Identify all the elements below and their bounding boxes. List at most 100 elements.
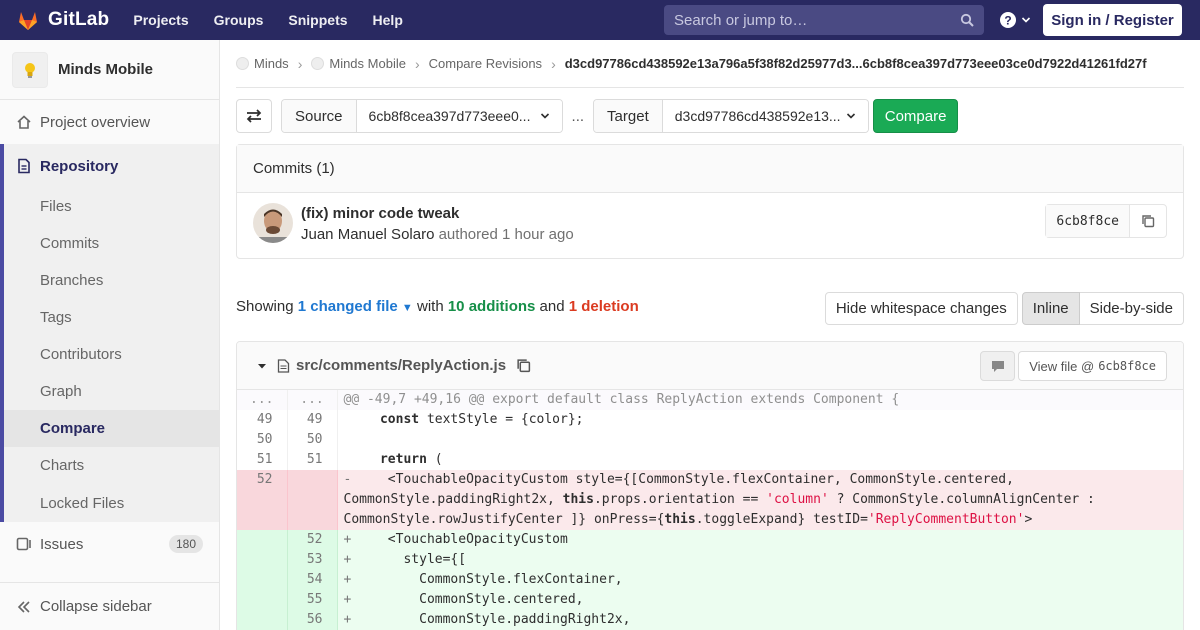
chevron-right-icon: › (551, 55, 556, 72)
source-selector: Source 6cb8f8cea397d773eee0... (281, 99, 563, 133)
old-line-number[interactable] (237, 590, 288, 610)
sidebar-item-files[interactable]: Files (4, 188, 219, 225)
nav-help[interactable]: Help (373, 12, 403, 28)
new-line-number[interactable] (287, 470, 338, 530)
diff-sign: - (343, 472, 352, 487)
sidebar-item-issues[interactable]: Issues 180 (0, 522, 219, 566)
code-text: CommonStyle.rowJustifyCenter ]} onPress=… (343, 512, 665, 527)
collapse-sidebar-label: Collapse sidebar (40, 598, 152, 615)
issues-count-badge: 180 (168, 535, 203, 553)
source-dropdown[interactable]: 6cb8f8cea397d773eee0... (356, 100, 562, 132)
new-line-number[interactable]: ... (287, 390, 338, 410)
hide-whitespace-button[interactable]: Hide whitespace changes (824, 292, 1018, 325)
help-dropdown[interactable]: ? (999, 11, 1031, 29)
changed-files-dropdown[interactable]: 1 changed file ▼ (298, 298, 413, 315)
double-chevron-left-icon (17, 600, 30, 613)
new-line-number[interactable]: 54 (287, 570, 338, 590)
code-line: + style={[ (337, 550, 1183, 570)
view-file-sha: 6cb8f8ce (1098, 359, 1156, 373)
keyword: this (562, 492, 594, 507)
chevron-down-icon (540, 113, 549, 119)
chevron-down-icon (1021, 17, 1031, 23)
old-line-number[interactable] (237, 530, 288, 550)
new-line-number[interactable]: 53 (287, 550, 338, 570)
project-name: Minds Mobile (58, 61, 153, 78)
new-line-number[interactable]: 51 (287, 450, 338, 470)
nav-groups[interactable]: Groups (214, 12, 264, 28)
old-line-number[interactable]: 49 (237, 410, 288, 430)
gitlab-home-link[interactable]: GitLab (16, 0, 109, 40)
breadcrumb: Minds › Minds Mobile › Compare Revisions… (236, 40, 1184, 88)
old-line-number[interactable] (237, 610, 288, 630)
nav-snippets[interactable]: Snippets (288, 12, 347, 28)
file-icon (277, 358, 290, 373)
old-line-number[interactable]: 51 (237, 450, 288, 470)
new-line-number[interactable]: 52 (287, 530, 338, 550)
sidebar-item-graph[interactable]: Graph (4, 373, 219, 410)
code-text: > (1024, 512, 1033, 527)
old-line-number[interactable] (237, 570, 288, 590)
code-line: + CommonStyle.centered, (337, 590, 1183, 610)
code-text: textStyle = {color}; (419, 412, 584, 427)
diff-file: src/comments/ReplyAction.js View file @ … (236, 341, 1184, 630)
code-text: style={[ (356, 552, 467, 567)
author-avatar[interactable] (253, 203, 293, 243)
nav-projects[interactable]: Projects (133, 12, 188, 28)
code-line (337, 430, 1183, 450)
commit-title-link[interactable]: (fix) minor code tweak (301, 205, 459, 222)
code-text: CommonStyle.flexContainer, (356, 572, 623, 587)
sign-in-button[interactable]: Sign in / Register (1043, 4, 1182, 36)
additions-count: 10 additions (447, 298, 536, 315)
target-dropdown[interactable]: d3cd97786cd438592e13... (662, 100, 868, 132)
diff-added-row: 55 + CommonStyle.centered, (237, 590, 1183, 610)
breadcrumb-minds[interactable]: Minds (254, 56, 289, 71)
collapse-sidebar-button[interactable]: Collapse sidebar (0, 582, 219, 630)
new-line-number[interactable]: 56 (287, 610, 338, 630)
swap-arrows-icon (246, 109, 262, 123)
old-line-number[interactable]: 52 (237, 470, 288, 530)
old-line-number[interactable]: 50 (237, 430, 288, 450)
side-by-side-view-button[interactable]: Side-by-side (1079, 292, 1184, 325)
chevron-right-icon: › (414, 55, 420, 72)
copy-sha-button[interactable] (1130, 205, 1166, 237)
file-path-link[interactable]: src/comments/ReplyAction.js (296, 357, 506, 374)
search-icon[interactable] (960, 13, 974, 27)
sidebar-project-header[interactable]: Minds Mobile (0, 40, 219, 100)
sidebar-item-commits[interactable]: Commits (4, 225, 219, 262)
swap-revisions-button[interactable] (236, 99, 272, 133)
diff-sign: + (343, 572, 352, 587)
sidebar-item-repository[interactable]: Repository (4, 144, 219, 188)
sidebar-item-locked-files[interactable]: Locked Files (4, 484, 219, 522)
sidebar-item-project-overview[interactable]: Project overview (0, 100, 219, 144)
commit-sha-link[interactable]: 6cb8f8ce (1046, 205, 1130, 237)
target-selector: Target d3cd97786cd438592e13... (593, 99, 869, 133)
toggle-comments-button[interactable] (980, 351, 1015, 381)
diff-hunk-row: ... ... @@ -49,7 +49,16 @@ export defaul… (237, 390, 1183, 410)
diff-added-row: 54 + CommonStyle.flexContainer, (237, 570, 1183, 590)
commit-author-link[interactable]: Juan Manuel Solaro (301, 226, 434, 243)
inline-view-button[interactable]: Inline (1021, 292, 1080, 325)
sidebar-item-tags[interactable]: Tags (4, 299, 219, 336)
old-line-number[interactable] (237, 550, 288, 570)
stats-showing: Showing (236, 298, 294, 315)
new-line-number[interactable]: 55 (287, 590, 338, 610)
sidebar-item-label: Issues (40, 535, 84, 553)
copy-icon (1142, 215, 1155, 228)
sidebar-item-branches[interactable]: Branches (4, 262, 219, 299)
new-line-number[interactable]: 50 (287, 430, 338, 450)
breadcrumb-compare-revisions[interactable]: Compare Revisions (429, 56, 542, 71)
breadcrumb-minds-mobile[interactable]: Minds Mobile (329, 56, 406, 71)
compare-button[interactable]: Compare (872, 99, 959, 133)
sidebar-item-contributors[interactable]: Contributors (4, 336, 219, 373)
new-line-number[interactable]: 49 (287, 410, 338, 430)
sidebar-item-charts[interactable]: Charts (4, 447, 219, 484)
old-line-number[interactable]: ... (237, 390, 288, 410)
search-input[interactable] (674, 11, 954, 29)
breadcrumb-current[interactable]: d3cd97786cd438592e13a796a5f38f82d25977d3… (565, 56, 1147, 71)
copy-icon[interactable] (516, 358, 531, 373)
source-label: Source (282, 100, 357, 132)
keyword: return (379, 452, 427, 467)
view-file-button[interactable]: View file @ 6cb8f8ce (1018, 351, 1167, 381)
caret-down-icon[interactable] (257, 361, 267, 371)
sidebar-item-compare[interactable]: Compare (4, 410, 219, 447)
